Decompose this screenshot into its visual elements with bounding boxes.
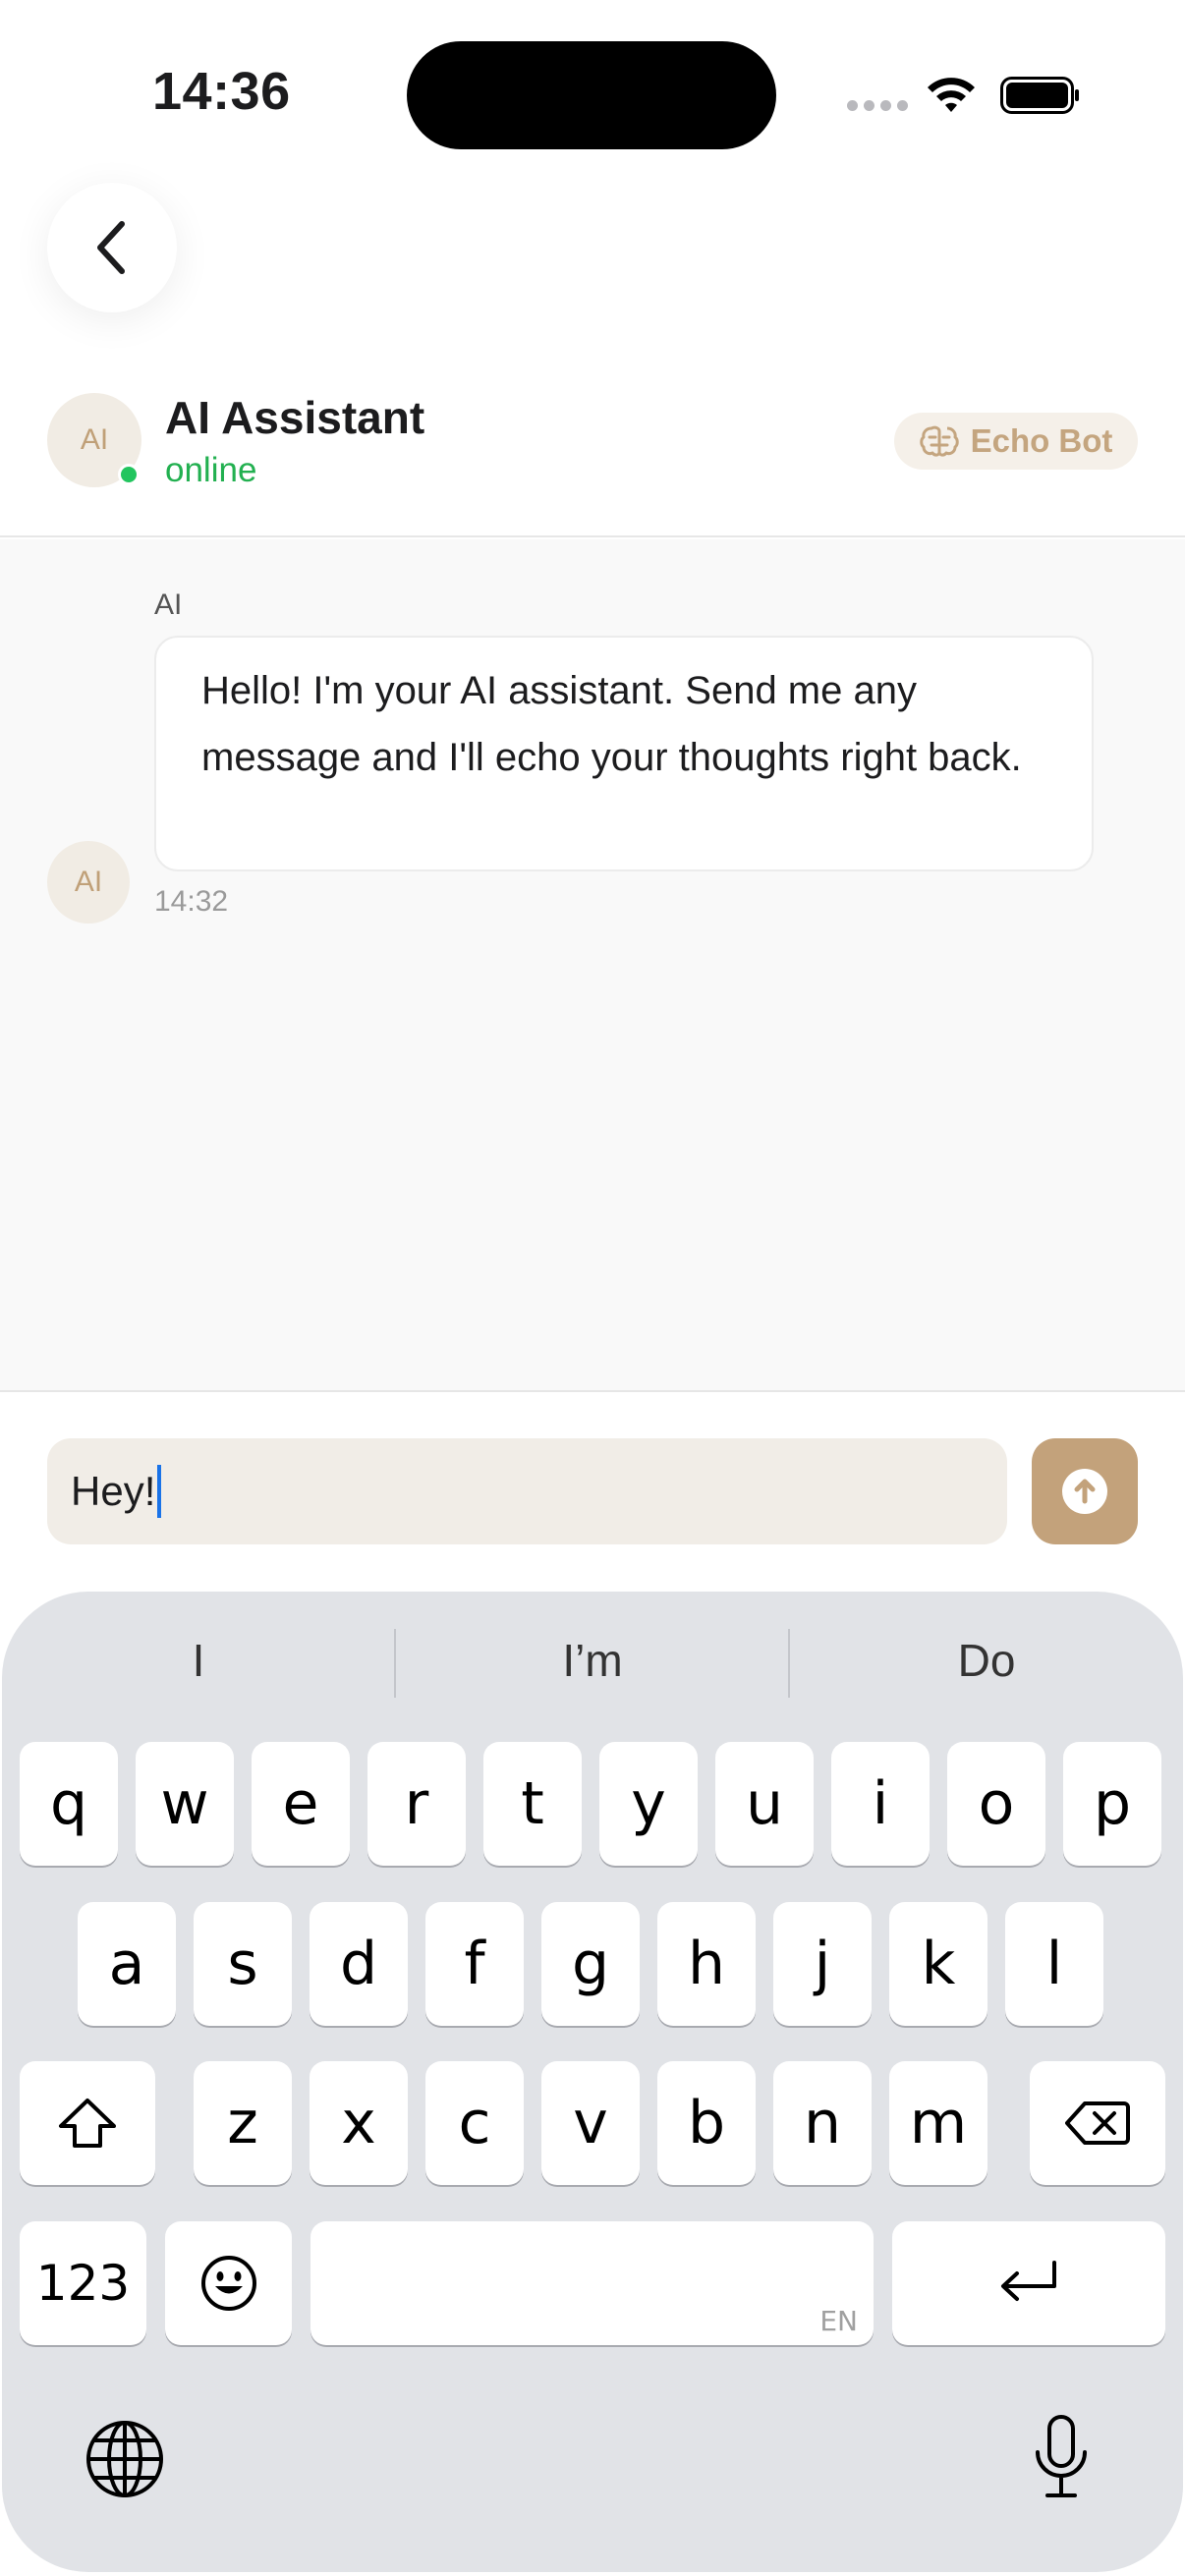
key-h[interactable]: h bbox=[657, 1902, 756, 2026]
shift-key[interactable] bbox=[20, 2061, 155, 2185]
chat-status: online bbox=[165, 451, 257, 489]
wifi-icon bbox=[928, 78, 975, 112]
return-key[interactable] bbox=[892, 2221, 1165, 2345]
brain-icon bbox=[919, 425, 959, 457]
message-sender: AI bbox=[154, 588, 183, 621]
suggestion-1[interactable]: I bbox=[2, 1621, 395, 1700]
suggestion-2[interactable]: I’m bbox=[396, 1621, 789, 1700]
back-button[interactable] bbox=[47, 183, 177, 312]
chat-header: AI AI Assistant online Echo Bot bbox=[0, 354, 1185, 537]
message-bubble[interactable]: Hello! I'm your AI assistant. Send me an… bbox=[154, 636, 1094, 871]
emoji-key[interactable] bbox=[165, 2221, 292, 2345]
key-i[interactable]: i bbox=[831, 1742, 930, 1866]
message-input[interactable]: Hey! bbox=[47, 1438, 1007, 1544]
battery-icon bbox=[1000, 77, 1079, 114]
key-j[interactable]: j bbox=[773, 1902, 872, 2026]
back-chevron-icon bbox=[97, 221, 125, 274]
online-indicator bbox=[118, 464, 140, 485]
key-n[interactable]: n bbox=[773, 2061, 872, 2185]
message-avatar: AI bbox=[47, 841, 130, 924]
message-list[interactable]: AI Hello! I'm your AI assistant. Send me… bbox=[0, 539, 1185, 1390]
status-bar: 14:36 bbox=[0, 0, 1185, 187]
backspace-icon bbox=[1065, 2101, 1130, 2145]
suggestion-3[interactable]: Do bbox=[790, 1621, 1183, 1700]
key-q[interactable]: q bbox=[20, 1742, 118, 1866]
key-r[interactable]: r bbox=[367, 1742, 466, 1866]
dynamic-island bbox=[407, 41, 776, 149]
keyboard: I I’m Do q w e r t y u i o p a s d f g h… bbox=[2, 1592, 1183, 2572]
bot-type-badge[interactable]: Echo Bot bbox=[894, 413, 1138, 470]
return-icon bbox=[1001, 2261, 1056, 2301]
key-p[interactable]: p bbox=[1063, 1742, 1161, 1866]
message-timestamp: 14:32 bbox=[154, 885, 229, 918]
key-o[interactable]: o bbox=[947, 1742, 1045, 1866]
send-button[interactable] bbox=[1032, 1438, 1138, 1544]
chat-title: AI Assistant bbox=[165, 392, 425, 443]
space-key[interactable]: EN bbox=[310, 2221, 874, 2345]
numbers-key[interactable]: 123 bbox=[20, 2221, 146, 2345]
emoji-icon bbox=[200, 2256, 256, 2311]
key-d[interactable]: d bbox=[310, 1902, 408, 2026]
bot-type-label: Echo Bot bbox=[970, 422, 1113, 459]
key-y[interactable]: y bbox=[599, 1742, 698, 1866]
key-c[interactable]: c bbox=[425, 2061, 524, 2185]
cellular-signal-icon bbox=[847, 100, 908, 111]
key-s[interactable]: s bbox=[194, 1902, 292, 2026]
shift-icon bbox=[59, 2099, 116, 2148]
key-f[interactable]: f bbox=[425, 1902, 524, 2026]
key-g[interactable]: g bbox=[541, 1902, 640, 2026]
send-arrow-icon bbox=[1062, 1469, 1107, 1514]
globe-icon[interactable] bbox=[85, 2419, 165, 2499]
message-input-value: Hey! bbox=[71, 1468, 156, 1514]
key-e[interactable]: e bbox=[252, 1742, 350, 1866]
key-a[interactable]: a bbox=[78, 1902, 176, 2026]
message-composer: Hey! bbox=[0, 1390, 1185, 1594]
key-x[interactable]: x bbox=[310, 2061, 408, 2185]
backspace-key[interactable] bbox=[1030, 2061, 1165, 2185]
key-m[interactable]: m bbox=[889, 2061, 988, 2185]
key-k[interactable]: k bbox=[889, 1902, 988, 2026]
text-caret bbox=[157, 1465, 162, 1518]
status-time: 14:36 bbox=[152, 62, 291, 121]
microphone-icon[interactable] bbox=[1030, 2413, 1093, 2501]
keyboard-language-label: EN bbox=[819, 2305, 858, 2337]
key-l[interactable]: l bbox=[1005, 1902, 1103, 2026]
key-v[interactable]: v bbox=[541, 2061, 640, 2185]
key-t[interactable]: t bbox=[483, 1742, 582, 1866]
key-w[interactable]: w bbox=[136, 1742, 234, 1866]
key-b[interactable]: b bbox=[657, 2061, 756, 2185]
suggestion-bar: I I’m Do bbox=[2, 1621, 1183, 1700]
key-z[interactable]: z bbox=[194, 2061, 292, 2185]
key-u[interactable]: u bbox=[715, 1742, 814, 1866]
